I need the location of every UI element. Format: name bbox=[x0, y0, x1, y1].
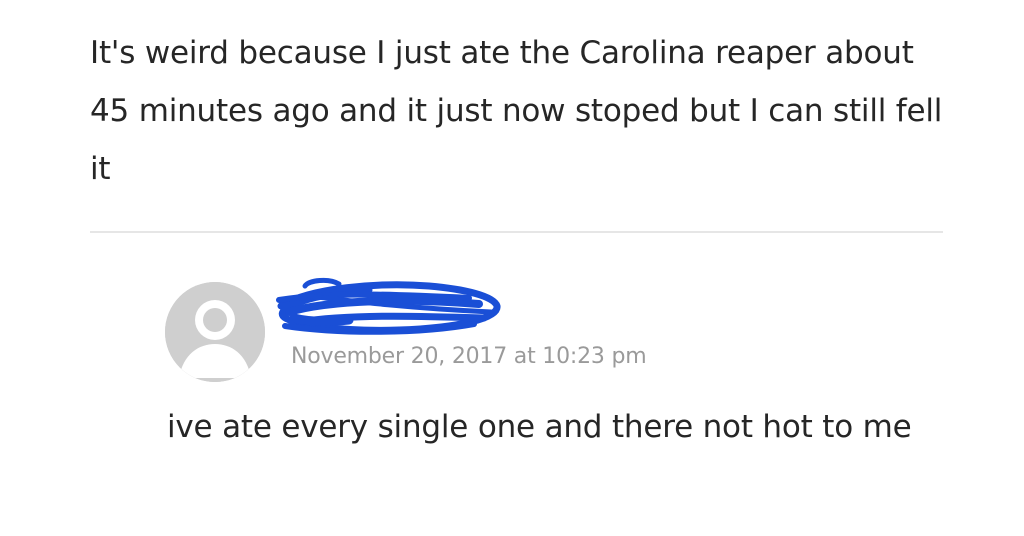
reply-comment: November 20, 2017 at 10:23 pm ive ate ev… bbox=[165, 272, 965, 512]
reply-text: ive ate every single one and there not h… bbox=[167, 409, 912, 445]
default-avatar-icon bbox=[165, 282, 265, 382]
author-redaction-scribble bbox=[276, 277, 501, 335]
comment-text: It's weird because I just ate the Caroli… bbox=[90, 35, 943, 187]
comment-timestamp[interactable]: November 20, 2017 at 10:23 pm bbox=[291, 344, 647, 370]
comment-divider bbox=[90, 231, 943, 233]
